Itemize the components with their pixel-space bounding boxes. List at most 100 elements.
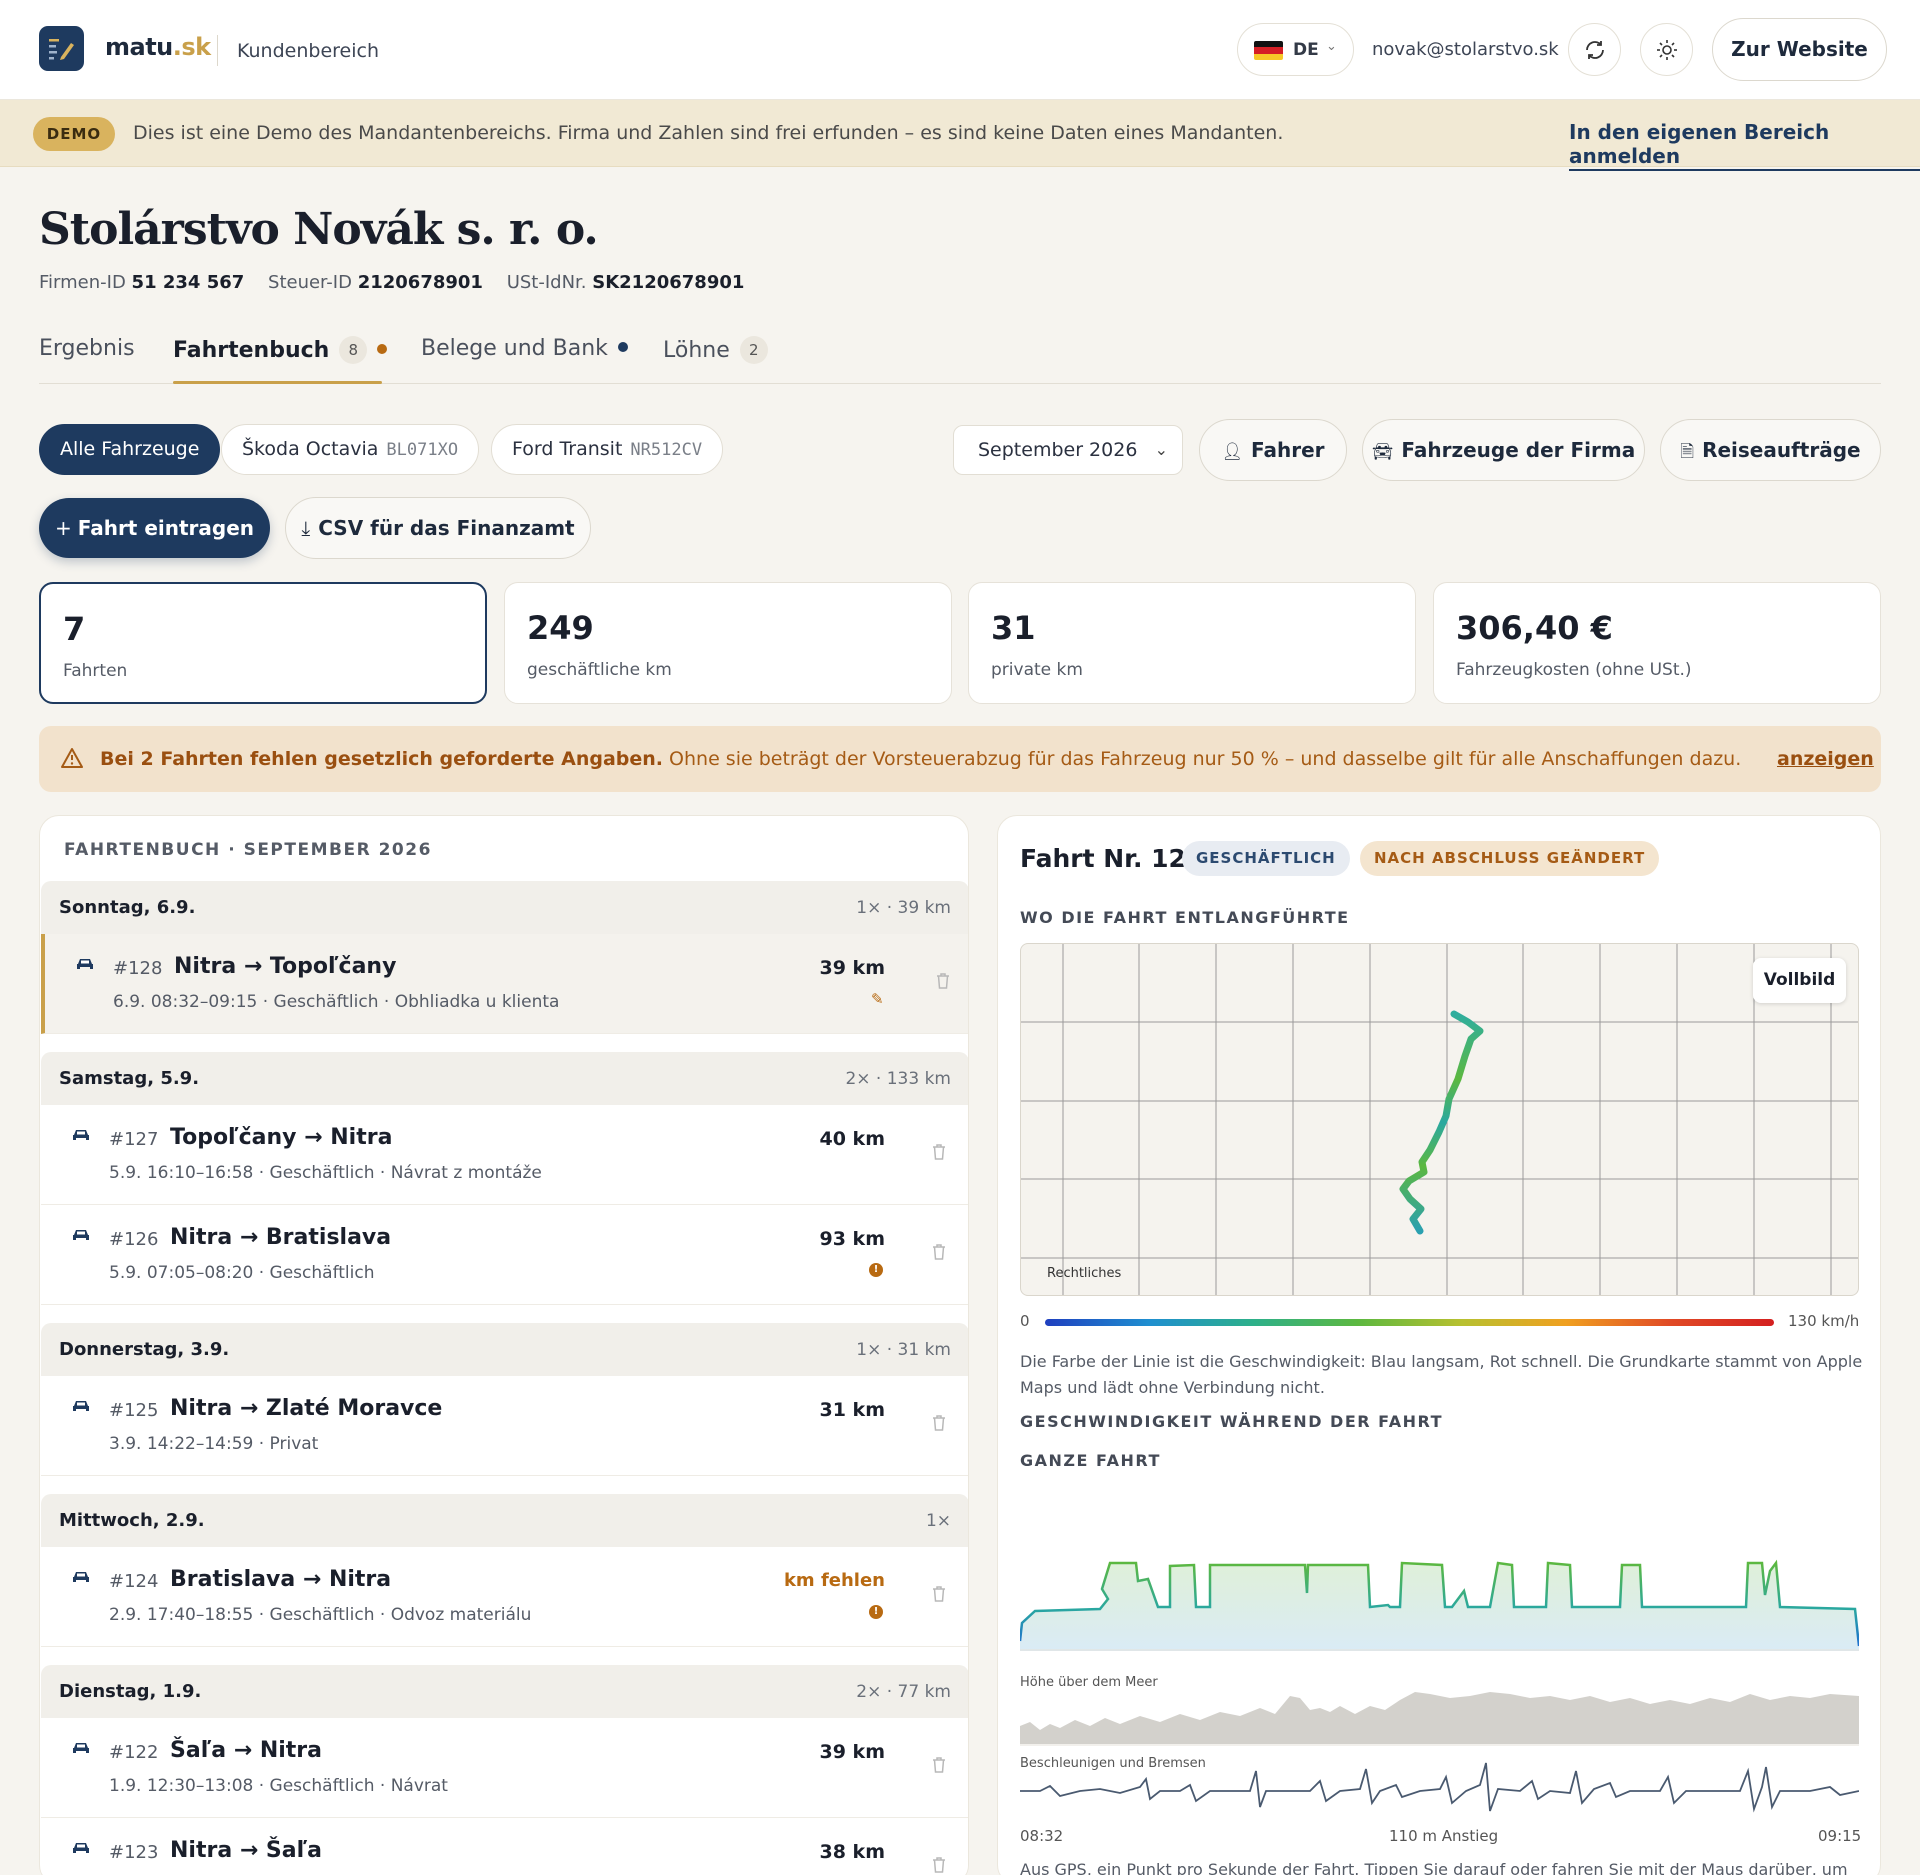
chevron-down-icon: ⌄	[1326, 39, 1337, 54]
demo-badge: DEMO	[33, 117, 115, 151]
trip-route: Topoľčany → Nitra	[170, 1125, 393, 1150]
trip-route: Nitra → Bratislava	[170, 1225, 392, 1250]
trip-route: Nitra → Šaľa	[170, 1838, 323, 1863]
website-button[interactable]: Zur Website	[1712, 18, 1887, 81]
trip-row[interactable]: #127 Topoľčany → Nitra 5.9. 16:10–16:58 …	[41, 1105, 968, 1205]
day-name: Mittwoch, 2.9.	[59, 1510, 205, 1531]
trip-km: 40 km	[819, 1128, 886, 1150]
tab-alert-dot	[617, 342, 628, 352]
tab-loehne[interactable]: Löhne 2	[663, 336, 768, 364]
logbook-list: FAHRTENBUCH · SEPTEMBER 2026 Sonntag, 6.…	[39, 815, 969, 1875]
brand-divider	[217, 35, 218, 66]
refresh-button[interactable]	[1568, 23, 1621, 76]
edited-pencil-icon: ✎	[871, 990, 884, 1008]
trash-icon[interactable]	[935, 972, 951, 994]
route-map[interactable]: Vollbild Rechtliches	[1020, 943, 1859, 1296]
active-tab-indicator	[173, 381, 382, 384]
trip-details: 5.9. 07:05–08:20 · Geschäftlich	[109, 1263, 375, 1283]
tab-belege-und-bank[interactable]: Belege und Bank	[421, 336, 628, 361]
stat-label: Fahrzeugkosten (ohne USt.)	[1456, 660, 1692, 680]
map-note: Die Farbe der Linie ist die Geschwindigk…	[1020, 1352, 1863, 1397]
trash-icon[interactable]	[931, 1414, 947, 1436]
driver-button[interactable]: 👤︎ Fahrer	[1199, 419, 1347, 481]
demo-banner: DEMO Dies ist eine Demo des Mandantenber…	[0, 100, 1920, 171]
export-csv-button[interactable]: ⤓ CSV für das Finanzamt	[285, 497, 591, 559]
trip-number: #126	[109, 1229, 159, 1250]
map-legal-link[interactable]: Rechtliches	[1047, 1266, 1121, 1281]
company-name: Stolárstvo Novák s. r. o.	[39, 204, 599, 255]
brand-name[interactable]: matu.sk	[105, 33, 211, 61]
altitude-chart[interactable]	[1020, 1656, 1859, 1746]
car-icon	[71, 1227, 91, 1247]
day-stats: 2× · 133 km	[845, 1069, 951, 1089]
month-select[interactable]: September 2026 ⌄	[953, 425, 1183, 475]
chart-time-start: 08:32	[1020, 1827, 1064, 1845]
car-icon	[71, 1398, 91, 1418]
day-name: Samstag, 5.9.	[59, 1068, 200, 1089]
gps-note: Aus GPS, ein Punkt pro Sekunde der Fahrt…	[1020, 1860, 1848, 1875]
tab-ergebnis[interactable]: Ergebnis	[39, 336, 135, 361]
filter-ford-transit[interactable]: Ford Transit NR512CV	[491, 424, 724, 475]
stat-private-km[interactable]: 31 private km	[968, 582, 1416, 704]
acceleration-chart[interactable]	[1020, 1741, 1859, 1821]
fleet-button[interactable]: 🚘︎ Fahrzeuge der Firma	[1362, 419, 1645, 481]
speed-chart[interactable]	[1020, 1551, 1859, 1651]
speed-scale-max: 130 km/h	[1788, 1312, 1860, 1330]
stat-label: private km	[991, 660, 1083, 680]
document-icon: 🗎	[1680, 442, 1695, 462]
whole-trip-label[interactable]: GANZE FAHRT	[1020, 1451, 1161, 1470]
trip-details: 5.9. 16:10–16:58 · Geschäftlich · Návrat…	[109, 1163, 542, 1183]
sun-icon	[1657, 40, 1677, 60]
german-flag-icon	[1254, 41, 1283, 60]
tab-fahrtenbuch[interactable]: Fahrtenbuch 8	[173, 336, 388, 364]
trip-row[interactable]: #123 Nitra → Šaľa 38 km	[41, 1818, 968, 1875]
trash-icon[interactable]	[931, 1143, 947, 1165]
trip-details: 2.9. 17:40–18:55 · Geschäftlich · Odvoz …	[109, 1605, 532, 1625]
missing-info-icon: !	[869, 1263, 883, 1277]
person-icon: 👤︎	[1221, 442, 1244, 462]
trip-number: #127	[109, 1129, 159, 1150]
fullscreen-button[interactable]: Vollbild	[1753, 958, 1846, 1003]
trip-row[interactable]: #122 Šaľa → Nitra 1.9. 12:30–13:08 · Ges…	[41, 1718, 968, 1818]
trip-km-missing: km fehlen	[783, 1570, 885, 1591]
trip-status-badge: NACH ABSCHLUSS GEÄNDERT	[1360, 841, 1660, 876]
login-link[interactable]: In den eigenen Bereich anmelden	[1569, 120, 1920, 171]
missing-data-warning: Bei 2 Fahrten fehlen gesetzlich geforder…	[39, 726, 1881, 792]
day-name: Dienstag, 1.9.	[59, 1681, 202, 1702]
trip-row[interactable]: #124 Bratislava → Nitra 2.9. 17:40–18:55…	[41, 1547, 968, 1647]
trip-km: 31 km	[819, 1399, 886, 1421]
stat-business-km[interactable]: 249 geschäftliche km	[504, 582, 952, 704]
trash-icon[interactable]	[931, 1585, 947, 1607]
show-missing-link[interactable]: anzeigen	[1777, 748, 1874, 770]
chart-time-end: 09:15	[1818, 1827, 1862, 1845]
add-trip-button[interactable]: + Fahrt eintragen	[39, 498, 270, 558]
trash-icon[interactable]	[931, 1756, 947, 1778]
stat-label: geschäftliche km	[527, 660, 672, 680]
filter-skoda-octavia[interactable]: Škoda Octavia BL071XO	[221, 424, 480, 475]
trip-row[interactable]: #126 Nitra → Bratislava 5.9. 07:05–08:20…	[41, 1205, 968, 1305]
trip-route: Nitra → Zlaté Moravce	[170, 1396, 443, 1421]
trip-details: 3.9. 14:22–14:59 · Privat	[109, 1434, 319, 1454]
language-selector[interactable]: DE ⌄	[1237, 23, 1354, 76]
tab-count-badge: 8	[339, 336, 368, 364]
trash-icon[interactable]	[931, 1856, 947, 1875]
trash-icon[interactable]	[931, 1243, 947, 1265]
trip-row[interactable]: #125 Nitra → Zlaté Moravce 3.9. 14:22–14…	[41, 1376, 968, 1476]
speed-section-label: GESCHWINDIGKEIT WÄHREND DER FAHRT	[1020, 1412, 1444, 1431]
user-email[interactable]: novak@stolarstvo.sk	[1372, 39, 1559, 60]
stat-value: 306,40 €	[1456, 609, 1613, 647]
travel-orders-button[interactable]: 🗎 Reiseaufträge	[1660, 419, 1881, 481]
filter-all-vehicles[interactable]: Alle Fahrzeuge	[39, 424, 221, 475]
stat-vehicle-costs[interactable]: 306,40 € Fahrzeugkosten (ohne USt.)	[1433, 582, 1881, 704]
trip-row[interactable]: #128 Nitra → Topoľčany 6.9. 08:32–09:15 …	[41, 934, 968, 1034]
theme-toggle-button[interactable]	[1640, 23, 1693, 76]
trip-detail-panel: Fahrt Nr. 128 GESCHÄFTLICH NACH ABSCHLUS…	[997, 815, 1881, 1875]
logo-icon[interactable]	[39, 26, 84, 71]
day-header: Mittwoch, 2.9. 1×	[41, 1494, 968, 1547]
stat-value: 31	[991, 609, 1036, 647]
stat-trips[interactable]: 7 Fahrten	[39, 582, 487, 704]
car-icon: 🚘︎	[1371, 442, 1394, 462]
tab-alert-dot	[377, 344, 388, 354]
day-stats: 2× · 77 km	[856, 1682, 951, 1702]
company-ids: Firmen-ID 51 234 567 Steuer-ID 212067890…	[39, 272, 745, 293]
